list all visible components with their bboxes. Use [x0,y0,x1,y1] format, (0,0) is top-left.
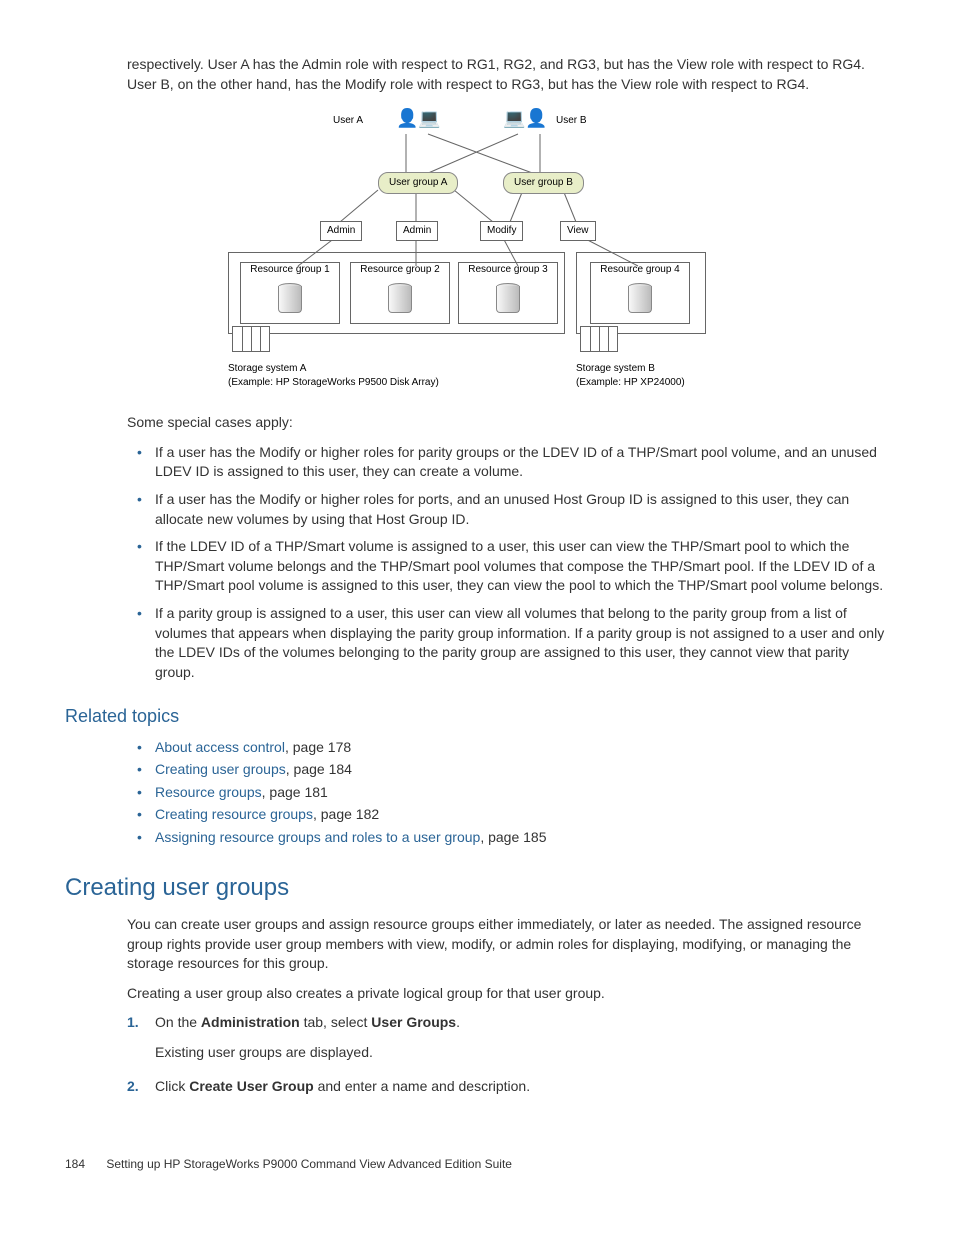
resource-group-3: Resource group 3 [458,262,558,324]
cylinder-icon [628,283,652,313]
disk-array-icon [232,326,270,352]
resource-group-4: Resource group 4 [590,262,690,324]
ui-label-create-user-group: Create User Group [189,1078,313,1094]
person-desk-icon: 👤💻 [396,106,441,131]
list-item: If a parity group is assigned to a user,… [127,604,889,682]
list-item: About access control, page 178 [127,738,889,758]
role-admin-box-1: Admin [320,221,362,241]
intro-paragraph: respectively. User A has the Admin role … [127,55,889,94]
procedure-steps: 1. On the Administration tab, select Use… [127,1013,889,1096]
person-desk-icon: 💻👤 [503,106,548,131]
storage-a-example: (Example: HP StorageWorks P9500 Disk Arr… [228,376,439,390]
related-topics-list: About access control, page 178 Creating … [127,738,889,848]
step-number: 2. [127,1077,139,1097]
list-item: Creating user groups, page 184 [127,760,889,780]
special-cases-intro: Some special cases apply: [127,413,889,433]
list-item: Assigning resource groups and roles to a… [127,828,889,848]
disk-array-icon [580,326,618,352]
section-paragraph: Creating a user group also creates a pri… [127,984,889,1004]
related-link[interactable]: Creating user groups [155,761,286,777]
resource-group-2: Resource group 2 [350,262,450,324]
list-item: Creating resource groups, page 182 [127,805,889,825]
access-control-diagram: User A 👤💻 💻👤 User B User group A User gr… [228,104,788,399]
user-a-label: User A [333,114,363,128]
step-result: Existing user groups are displayed. [155,1043,889,1063]
storage-b-label: Storage system B [576,362,655,376]
page-number: 184 [65,1157,85,1171]
related-link[interactable]: Assigning resource groups and roles to a… [155,829,480,845]
user-group-b-pill: User group B [503,172,584,194]
special-cases-list: If a user has the Modify or higher roles… [127,443,889,683]
storage-b-example: (Example: HP XP24000) [576,376,685,390]
list-item: If a user has the Modify or higher roles… [127,490,889,529]
cylinder-icon [496,283,520,313]
user-b-label: User B [556,114,587,128]
role-modify-box: Modify [480,221,523,241]
related-topics-heading: Related topics [65,704,889,729]
role-admin-box-2: Admin [396,221,438,241]
role-view-box: View [560,221,596,241]
ui-label-administration: Administration [201,1014,300,1030]
section-heading-creating-user-groups: Creating user groups [65,871,889,905]
list-item: Resource groups, page 181 [127,783,889,803]
chapter-title: Setting up HP StorageWorks P9000 Command… [106,1157,512,1171]
resource-group-1: Resource group 1 [240,262,340,324]
cylinder-icon [388,283,412,313]
ui-label-user-groups: User Groups [371,1014,456,1030]
storage-a-label: Storage system A [228,362,306,376]
cylinder-icon [278,283,302,313]
section-paragraph: You can create user groups and assign re… [127,915,889,974]
user-group-a-pill: User group A [378,172,458,194]
step-item: 1. On the Administration tab, select Use… [127,1013,889,1062]
list-item: If a user has the Modify or higher roles… [127,443,889,482]
step-number: 1. [127,1013,139,1033]
related-link[interactable]: Resource groups [155,784,262,800]
step-item: 2. Click Create User Group and enter a n… [127,1077,889,1097]
page-footer: 184 Setting up HP StorageWorks P9000 Com… [65,1156,889,1173]
related-link[interactable]: About access control [155,739,285,755]
related-link[interactable]: Creating resource groups [155,806,313,822]
list-item: If the LDEV ID of a THP/Smart volume is … [127,537,889,596]
